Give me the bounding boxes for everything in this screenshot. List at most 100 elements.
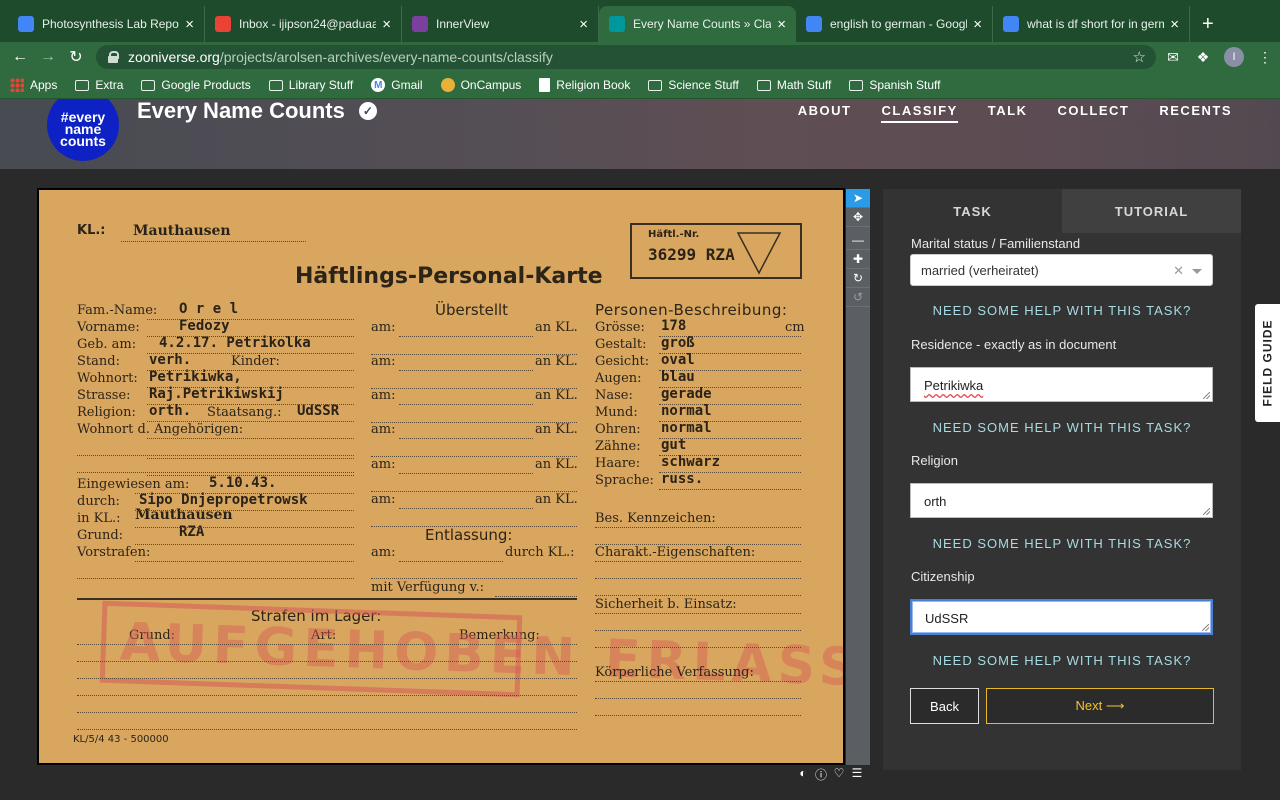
card-durch: Sipo Dnjepropetrowsk bbox=[139, 492, 308, 508]
info-icon[interactable]: ⓘ bbox=[814, 766, 828, 783]
back-button[interactable]: Back bbox=[910, 688, 979, 724]
marital-status-select[interactable]: married (verheiratet) ✕ bbox=[910, 254, 1213, 286]
bookmark-label: OnCampus bbox=[460, 78, 522, 92]
chevron-down-icon[interactable] bbox=[1192, 269, 1202, 274]
card-field-label: Vorname: bbox=[77, 320, 140, 335]
bookmark-item[interactable]: M Gmail bbox=[371, 78, 423, 92]
browser-tab[interactable]: Every Name Counts » Classi × bbox=[599, 6, 796, 42]
form-line bbox=[135, 493, 354, 494]
next-button[interactable]: Next ⟶ bbox=[986, 688, 1214, 724]
nav-talk[interactable]: TALK bbox=[988, 103, 1028, 123]
bookmark-item[interactable]: Religion Book bbox=[539, 78, 630, 92]
close-icon[interactable]: × bbox=[777, 16, 786, 33]
extension-icon[interactable]: ✉ bbox=[1158, 49, 1188, 66]
help-link-religion[interactable]: NEED SOME HELP WITH THIS TASK? bbox=[911, 536, 1213, 551]
zoom-out-icon[interactable]: — bbox=[846, 231, 870, 250]
form-line bbox=[495, 596, 577, 597]
bookmark-item[interactable]: Google Products bbox=[141, 78, 251, 92]
oncampus-icon bbox=[440, 78, 455, 92]
project-logo[interactable]: #every name counts bbox=[47, 99, 119, 161]
close-icon[interactable]: × bbox=[185, 16, 194, 33]
card-durch-kl-label: durch KL.: bbox=[505, 545, 575, 560]
card-an-kl-label: an KL. bbox=[535, 492, 578, 507]
card-desc-label: Augen: bbox=[595, 371, 642, 386]
google-icon bbox=[806, 16, 822, 32]
nav-classify[interactable]: CLASSIFY bbox=[881, 103, 958, 123]
nav-collect[interactable]: COLLECT bbox=[1057, 103, 1129, 123]
bookmark-item[interactable]: Science Stuff bbox=[648, 78, 739, 92]
form-line bbox=[77, 455, 354, 456]
religion-input[interactable]: orth bbox=[910, 483, 1213, 518]
reset-icon[interactable]: ↺ bbox=[846, 288, 870, 307]
bookmark-item[interactable]: Library Stuff bbox=[268, 78, 353, 92]
pointer-icon[interactable]: ➤ bbox=[846, 189, 870, 208]
new-tab-icon[interactable]: + bbox=[1202, 6, 1214, 42]
card-charakt-label: Charakt.-Eigenschaften: bbox=[595, 545, 756, 560]
help-link-citizenship[interactable]: NEED SOME HELP WITH THIS TASK? bbox=[911, 653, 1213, 668]
profile-avatar[interactable]: I bbox=[1224, 47, 1244, 67]
card-eingewiesen: 5.10.43. bbox=[209, 475, 277, 491]
bookmark-item[interactable]: Apps bbox=[10, 78, 57, 92]
menu-dots-icon[interactable]: ⋮ bbox=[1250, 49, 1280, 66]
form-line bbox=[147, 319, 354, 320]
close-icon[interactable]: × bbox=[973, 16, 982, 33]
heart-icon[interactable]: ♡ bbox=[832, 766, 846, 783]
form-line bbox=[399, 561, 503, 562]
rotate-icon[interactable]: ↻ bbox=[846, 269, 870, 288]
help-link-marital[interactable]: NEED SOME HELP WITH THIS TASK? bbox=[911, 303, 1213, 318]
tab-title: english to german - Google bbox=[830, 17, 968, 31]
residence-input[interactable]: Petrikiwka bbox=[910, 367, 1213, 402]
tab-task[interactable]: TASK bbox=[883, 189, 1062, 233]
browser-tab[interactable]: Photosynthesis Lab Report - × bbox=[8, 6, 205, 42]
browser-tab[interactable]: Inbox - ijipson24@paduaac × bbox=[205, 6, 402, 42]
marital-status-label: Marital status / Familienstand bbox=[911, 236, 1081, 251]
resize-grip-icon[interactable] bbox=[1202, 624, 1209, 631]
bookmark-item[interactable]: Math Stuff bbox=[756, 78, 831, 92]
card-stand: verh. bbox=[149, 352, 192, 368]
help-link-residence[interactable]: NEED SOME HELP WITH THIS TASK? bbox=[911, 420, 1213, 435]
citizenship-input[interactable]: UdSSR bbox=[910, 599, 1213, 635]
form-line bbox=[595, 630, 801, 631]
subject-viewer[interactable]: KL.: Mauthausen Häftl.-Nr. 36299 RZA Häf… bbox=[37, 188, 845, 765]
verified-check-icon: ✓ bbox=[358, 102, 377, 120]
address-bar[interactable]: zooniverse.org/projects/arolsen-archives… bbox=[96, 45, 1156, 69]
form-code: KL/5/4 43 - 500000 bbox=[73, 734, 169, 745]
browser-tab[interactable]: InnerView × bbox=[402, 6, 599, 42]
zoom-in-icon[interactable]: ✚ bbox=[846, 250, 870, 269]
reload-icon[interactable]: ↻ bbox=[62, 47, 90, 67]
collection-list-icon[interactable]: ☰ bbox=[850, 766, 864, 783]
contrast-icon[interactable]: ◐ bbox=[796, 766, 810, 783]
bookmark-item[interactable]: Spanish Stuff bbox=[849, 78, 941, 92]
form-line bbox=[399, 336, 533, 337]
tab-tutorial[interactable]: TUTORIAL bbox=[1062, 189, 1241, 233]
nav-about[interactable]: ABOUT bbox=[798, 103, 852, 123]
prisoner-card-image: KL.: Mauthausen Häftl.-Nr. 36299 RZA Häf… bbox=[39, 190, 843, 763]
card-durch-label: durch: bbox=[77, 494, 120, 509]
lock-icon bbox=[108, 51, 119, 63]
move-icon[interactable]: ✥ bbox=[846, 208, 870, 227]
viewer-footer: ◐ ⓘ ♡ ☰ bbox=[796, 766, 864, 783]
form-line bbox=[399, 370, 533, 371]
card-desc-label: Grösse: bbox=[595, 320, 645, 335]
close-icon[interactable]: × bbox=[382, 16, 391, 33]
bookmark-item[interactable]: OnCampus bbox=[440, 78, 522, 92]
nav-recents[interactable]: RECENTS bbox=[1159, 103, 1232, 123]
close-icon[interactable]: × bbox=[1170, 16, 1179, 33]
field-guide-button[interactable]: FIELD GUIDE bbox=[1255, 304, 1280, 422]
resize-grip-icon[interactable] bbox=[1203, 392, 1210, 399]
browser-tab[interactable]: english to german - Google × bbox=[796, 6, 993, 42]
clear-icon[interactable]: ✕ bbox=[1173, 263, 1184, 279]
project-title[interactable]: Every Name Counts ✓ bbox=[137, 99, 377, 123]
close-icon[interactable]: × bbox=[579, 16, 588, 33]
bookmark-star-icon[interactable]: ☆ bbox=[1133, 48, 1146, 66]
puzzle-icon[interactable]: ❖ bbox=[1188, 49, 1218, 66]
card-desc-value: russ. bbox=[661, 471, 704, 487]
residence-label: Residence - exactly as in document bbox=[911, 337, 1117, 352]
bookmark-item[interactable]: Extra bbox=[75, 78, 123, 92]
back-arrow-icon[interactable]: ← bbox=[6, 48, 34, 66]
bookmark-label: Extra bbox=[95, 78, 124, 92]
forward-arrow-icon[interactable]: → bbox=[34, 48, 62, 66]
resize-grip-icon[interactable] bbox=[1203, 508, 1210, 515]
form-line bbox=[399, 438, 533, 439]
browser-tab[interactable]: what is df short for in germa × bbox=[993, 6, 1190, 42]
